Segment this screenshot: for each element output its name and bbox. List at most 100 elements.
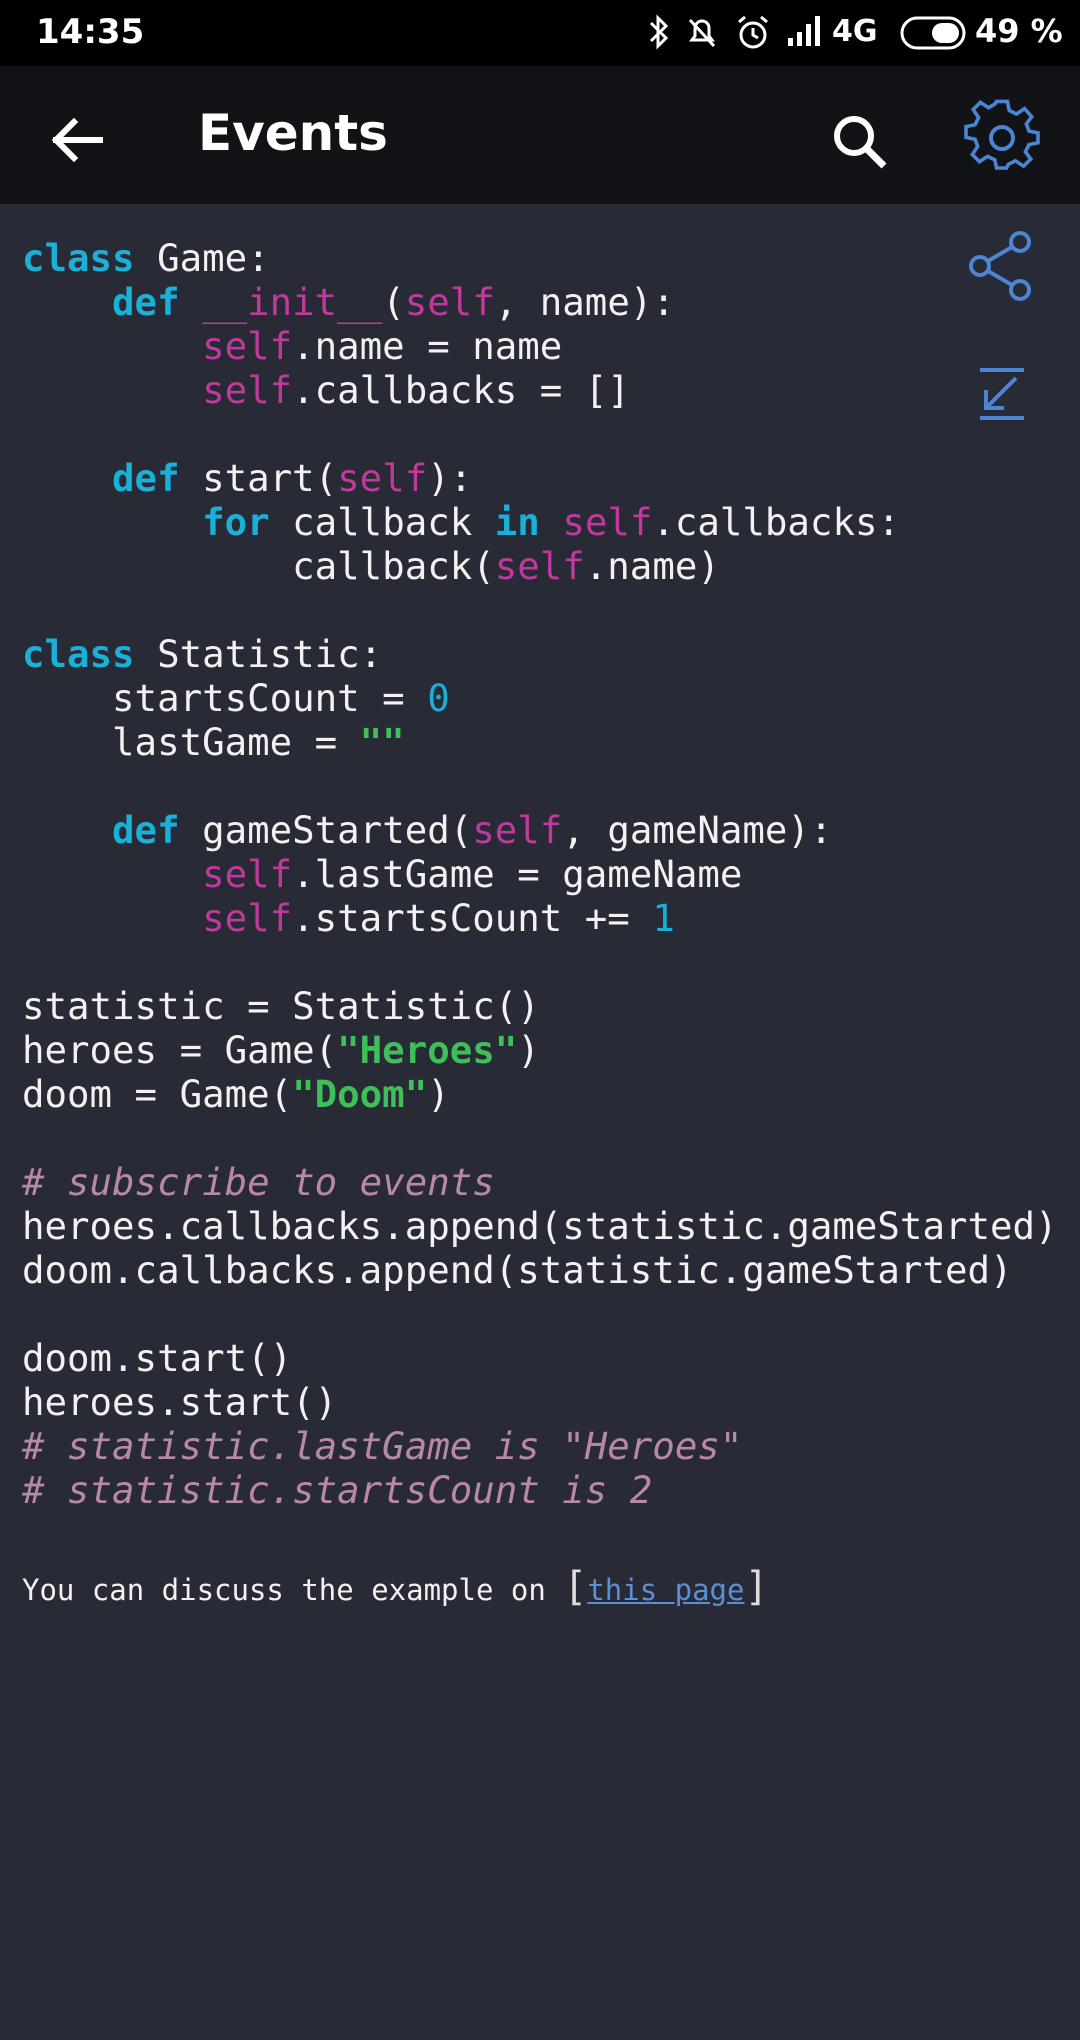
- gear-icon: [964, 99, 1040, 170]
- code-token: for: [202, 500, 270, 544]
- code-token: 0: [427, 676, 450, 720]
- arrow-left-icon: [51, 117, 103, 163]
- code-token: start(: [179, 456, 338, 500]
- code-line: def start(self):: [22, 456, 1058, 500]
- code-token: self: [494, 544, 585, 588]
- code-token: "": [359, 720, 405, 764]
- code-line: heroes.callbacks.append(statistic.gameSt…: [22, 1204, 1058, 1248]
- code-token: lastGame =: [22, 720, 360, 764]
- code-token: , name):: [494, 280, 675, 324]
- code-token: # statistic.lastGame is "Heroes": [22, 1424, 743, 1468]
- code-token: self: [337, 456, 428, 500]
- code-token: ): [427, 1072, 450, 1116]
- code-line: doom.callbacks.append(statistic.gameStar…: [22, 1248, 1058, 1292]
- code-token: def: [112, 280, 180, 324]
- code-token: .lastGame = gameName: [292, 852, 743, 896]
- signal-icon: [788, 16, 820, 46]
- code-line: lastGame = "": [22, 720, 1058, 764]
- code-line: # statistic.startsCount is 2: [22, 1468, 1058, 1512]
- battery-percent: 49 %: [975, 12, 1063, 50]
- code-token: self: [202, 324, 293, 368]
- share-icon: [969, 231, 1031, 301]
- arrow-down-left-icon: [980, 368, 1024, 420]
- code-token: 1: [652, 896, 675, 940]
- code-line: self.lastGame = gameName: [22, 852, 1058, 896]
- battery-icon: [900, 16, 966, 50]
- code-line: doom = Game("Doom"): [22, 1072, 1058, 1116]
- share-button[interactable]: [964, 228, 1040, 304]
- code-token: def: [112, 808, 180, 852]
- code-line: self.startsCount += 1: [22, 896, 1058, 940]
- code-line: statistic = Statistic(): [22, 984, 1058, 1028]
- code-token: .callbacks:: [652, 500, 900, 544]
- settings-button[interactable]: [962, 98, 1042, 178]
- code-line: def gameStarted(self, gameName):: [22, 808, 1058, 852]
- alarm-icon: [738, 15, 768, 49]
- link-bracket-left: [: [563, 1564, 588, 1610]
- code-token: doom = Game(: [22, 1072, 293, 1116]
- code-token: class: [22, 632, 135, 676]
- code-line: heroes.start(): [22, 1380, 1058, 1424]
- code-token: Statistic:: [134, 632, 383, 676]
- code-line: heroes = Game("Heroes"): [22, 1028, 1058, 1072]
- code-token: startsCount =: [22, 676, 428, 720]
- code-token: heroes.callbacks.append(statistic.gameSt…: [22, 1204, 1058, 1248]
- code-line: callback(self.name): [22, 544, 1058, 588]
- code-token: class: [22, 236, 135, 280]
- code-block: class Game: def __init__(self, name): se…: [22, 236, 1058, 1512]
- code-token: .name): [584, 544, 720, 588]
- code-token: doom.start(): [22, 1336, 293, 1380]
- code-token: (: [382, 280, 405, 324]
- code-token: "Heroes": [337, 1028, 518, 1072]
- code-token: self: [202, 896, 293, 940]
- code-line: # statistic.lastGame is "Heroes": [22, 1424, 1058, 1468]
- page-title: Events: [198, 104, 388, 162]
- search-icon: [834, 116, 887, 169]
- status-bar: 14:35 4G 49 %: [0, 0, 1080, 66]
- discussion-note: You can discuss the example on [this pag…: [22, 1564, 769, 1610]
- code-token: Game:: [134, 236, 270, 280]
- search-button[interactable]: [822, 104, 898, 180]
- back-button[interactable]: [40, 102, 116, 178]
- network-type: 4G: [832, 14, 878, 49]
- code-token: heroes.start(): [22, 1380, 338, 1424]
- code-line: class Game:: [22, 236, 1058, 280]
- code-token: self: [404, 280, 495, 324]
- code-token: self: [472, 808, 563, 852]
- code-token: # statistic.startsCount is 2: [22, 1468, 653, 1512]
- code-token: .callbacks = []: [292, 368, 630, 412]
- code-line: def __init__(self, name):: [22, 280, 1058, 324]
- code-line: startsCount = 0: [22, 676, 1058, 720]
- code-token: .startsCount +=: [292, 896, 653, 940]
- code-token: ):: [427, 456, 473, 500]
- code-token: __init__: [202, 280, 383, 324]
- code-token: doom.callbacks.append(statistic.gameStar…: [22, 1248, 1013, 1292]
- code-token: self: [202, 368, 293, 412]
- code-line: self.name = name: [22, 324, 1058, 368]
- code-token: statistic = Statistic(): [22, 984, 540, 1028]
- code-token: heroes = Game(: [22, 1028, 338, 1072]
- bluetooth-icon: [649, 14, 669, 50]
- code-line: doom.start(): [22, 1336, 1058, 1380]
- code-token: self: [562, 500, 653, 544]
- link-bracket-right: ]: [744, 1564, 769, 1610]
- discussion-page-link[interactable]: this page: [587, 1573, 744, 1607]
- code-line: # subscribe to events: [22, 1160, 1058, 1204]
- code-token: self: [202, 852, 293, 896]
- code-token: .name = name: [292, 324, 563, 368]
- collapse-button[interactable]: [964, 356, 1040, 432]
